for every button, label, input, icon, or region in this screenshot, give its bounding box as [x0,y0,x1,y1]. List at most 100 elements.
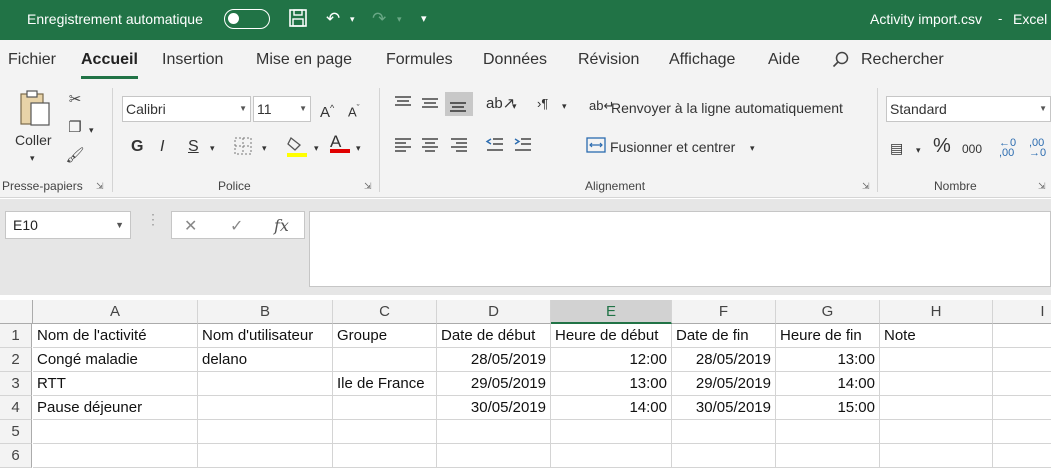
search-label[interactable]: Rechercher [861,51,944,69]
cell[interactable] [198,396,333,420]
cell[interactable]: Pause déjeuner [33,396,198,420]
cell[interactable] [672,444,776,468]
redo-icon[interactable]: ↷ [372,8,386,30]
cell[interactable]: Congé maladie [33,348,198,372]
cell[interactable] [33,444,198,468]
name-box[interactable]: E10 ▼ [5,211,131,239]
drag-handle-icon[interactable]: ⋮ [146,212,160,226]
row-header[interactable]: 1 [0,324,32,348]
cell[interactable]: 30/05/2019 [437,396,551,420]
copy-icon[interactable]: ❐ [64,118,86,138]
decrease-decimal-icon[interactable]: ,00 →0 [1029,138,1046,159]
cell[interactable]: 14:00 [551,396,672,420]
cell[interactable]: Nom de l'activité [33,324,198,348]
cell[interactable] [776,444,880,468]
cell[interactable] [880,420,993,444]
cell[interactable]: 28/05/2019 [437,348,551,372]
orientation-dropdown-icon[interactable]: ▾ [512,96,517,116]
undo-icon[interactable]: ↶ [326,8,340,30]
cell[interactable] [993,372,1051,396]
cell[interactable] [672,420,776,444]
cell[interactable]: Groupe [333,324,437,348]
row-header[interactable]: 6 [0,444,32,468]
column-header[interactable]: D [437,300,551,324]
orientation-icon[interactable]: ab↗ [486,94,515,114]
font-color-icon[interactable]: A [330,132,350,153]
number-format-select[interactable]: Standard ▼ [886,96,1051,122]
increase-font-size-icon[interactable]: A^ [320,98,334,123]
cell[interactable] [333,420,437,444]
bold-button[interactable]: G [131,137,143,157]
row-header[interactable]: 2 [0,348,32,372]
borders-dropdown-icon[interactable]: ▾ [262,138,267,158]
cell[interactable] [33,420,198,444]
paste-button[interactable]: Coller [15,130,52,150]
cell[interactable] [551,420,672,444]
alignment-launcher-icon[interactable]: ⇲ [862,181,870,192]
merge-dropdown-icon[interactable]: ▾ [750,138,755,158]
thousands-button[interactable]: 000 [962,139,982,159]
tab-revision[interactable]: Révision [578,51,639,69]
formula-input[interactable] [309,211,1051,287]
align-right-icon[interactable] [449,136,469,159]
cell[interactable]: Note [880,324,993,348]
tab-insertion[interactable]: Insertion [162,51,223,69]
underline-dropdown-icon[interactable]: ▾ [210,138,215,158]
cell[interactable] [880,348,993,372]
autosave-toggle[interactable] [224,9,270,29]
increase-indent-icon[interactable] [513,136,533,159]
cell[interactable] [880,372,993,396]
column-header[interactable]: G [776,300,880,324]
text-direction-icon[interactable]: ›¶ [537,94,548,114]
align-left-icon[interactable] [393,136,413,159]
merge-center-icon[interactable] [586,136,606,159]
cell[interactable] [993,420,1051,444]
cell[interactable] [333,348,437,372]
cell[interactable] [198,372,333,396]
copy-dropdown-icon[interactable]: ▾ [89,120,94,140]
fill-color-dropdown-icon[interactable]: ▾ [314,138,319,158]
cut-icon[interactable]: ✂ [64,90,86,110]
row-header[interactable]: 3 [0,372,32,396]
select-all-corner[interactable] [0,300,33,324]
paste-icon[interactable] [18,88,52,133]
fill-color-icon[interactable] [286,134,308,163]
cell[interactable]: Nom d'utilisateur [198,324,333,348]
tab-formules[interactable]: Formules [386,51,453,69]
cell[interactable] [776,420,880,444]
cell[interactable]: 29/05/2019 [437,372,551,396]
cell[interactable] [333,444,437,468]
tab-mise-en-page[interactable]: Mise en page [256,51,352,69]
tab-donnees[interactable]: Données [483,51,547,69]
cell[interactable]: 28/05/2019 [672,348,776,372]
tab-accueil[interactable]: Accueil [81,51,138,79]
merge-center-button[interactable]: Fusionner et centrer [610,137,735,157]
cell[interactable] [437,444,551,468]
font-size-select[interactable]: 11 ▼ [253,96,311,122]
search-icon[interactable] [832,51,850,74]
text-direction-dropdown-icon[interactable]: ▾ [562,96,567,116]
clipboard-launcher-icon[interactable]: ⇲ [96,181,104,192]
percent-button[interactable]: % [933,136,951,156]
accounting-dropdown-icon[interactable]: ▾ [916,140,921,160]
cell[interactable] [880,444,993,468]
decrease-font-size-icon[interactable]: Aˇ [348,98,360,122]
cell[interactable] [437,420,551,444]
undo-dropdown-icon[interactable]: ▾ [350,8,355,30]
cell[interactable]: 14:00 [776,372,880,396]
row-header[interactable]: 5 [0,420,32,444]
wrap-text-button[interactable]: Renvoyer à la ligne automatiquement [611,98,843,118]
cell[interactable] [198,444,333,468]
cell[interactable] [993,396,1051,420]
column-header[interactable]: H [880,300,993,324]
cell[interactable]: 30/05/2019 [672,396,776,420]
format-painter-icon[interactable]: 🖌 [64,146,86,166]
cell[interactable] [993,348,1051,372]
cell[interactable]: Date de début [437,324,551,348]
decrease-indent-icon[interactable] [485,136,505,159]
accounting-format-icon[interactable]: ▤ [890,138,903,158]
column-header-selected[interactable]: E [551,300,672,324]
align-center-icon[interactable] [420,136,440,159]
cancel-icon[interactable]: ✕ [184,216,197,236]
underline-button[interactable]: S [188,137,199,157]
